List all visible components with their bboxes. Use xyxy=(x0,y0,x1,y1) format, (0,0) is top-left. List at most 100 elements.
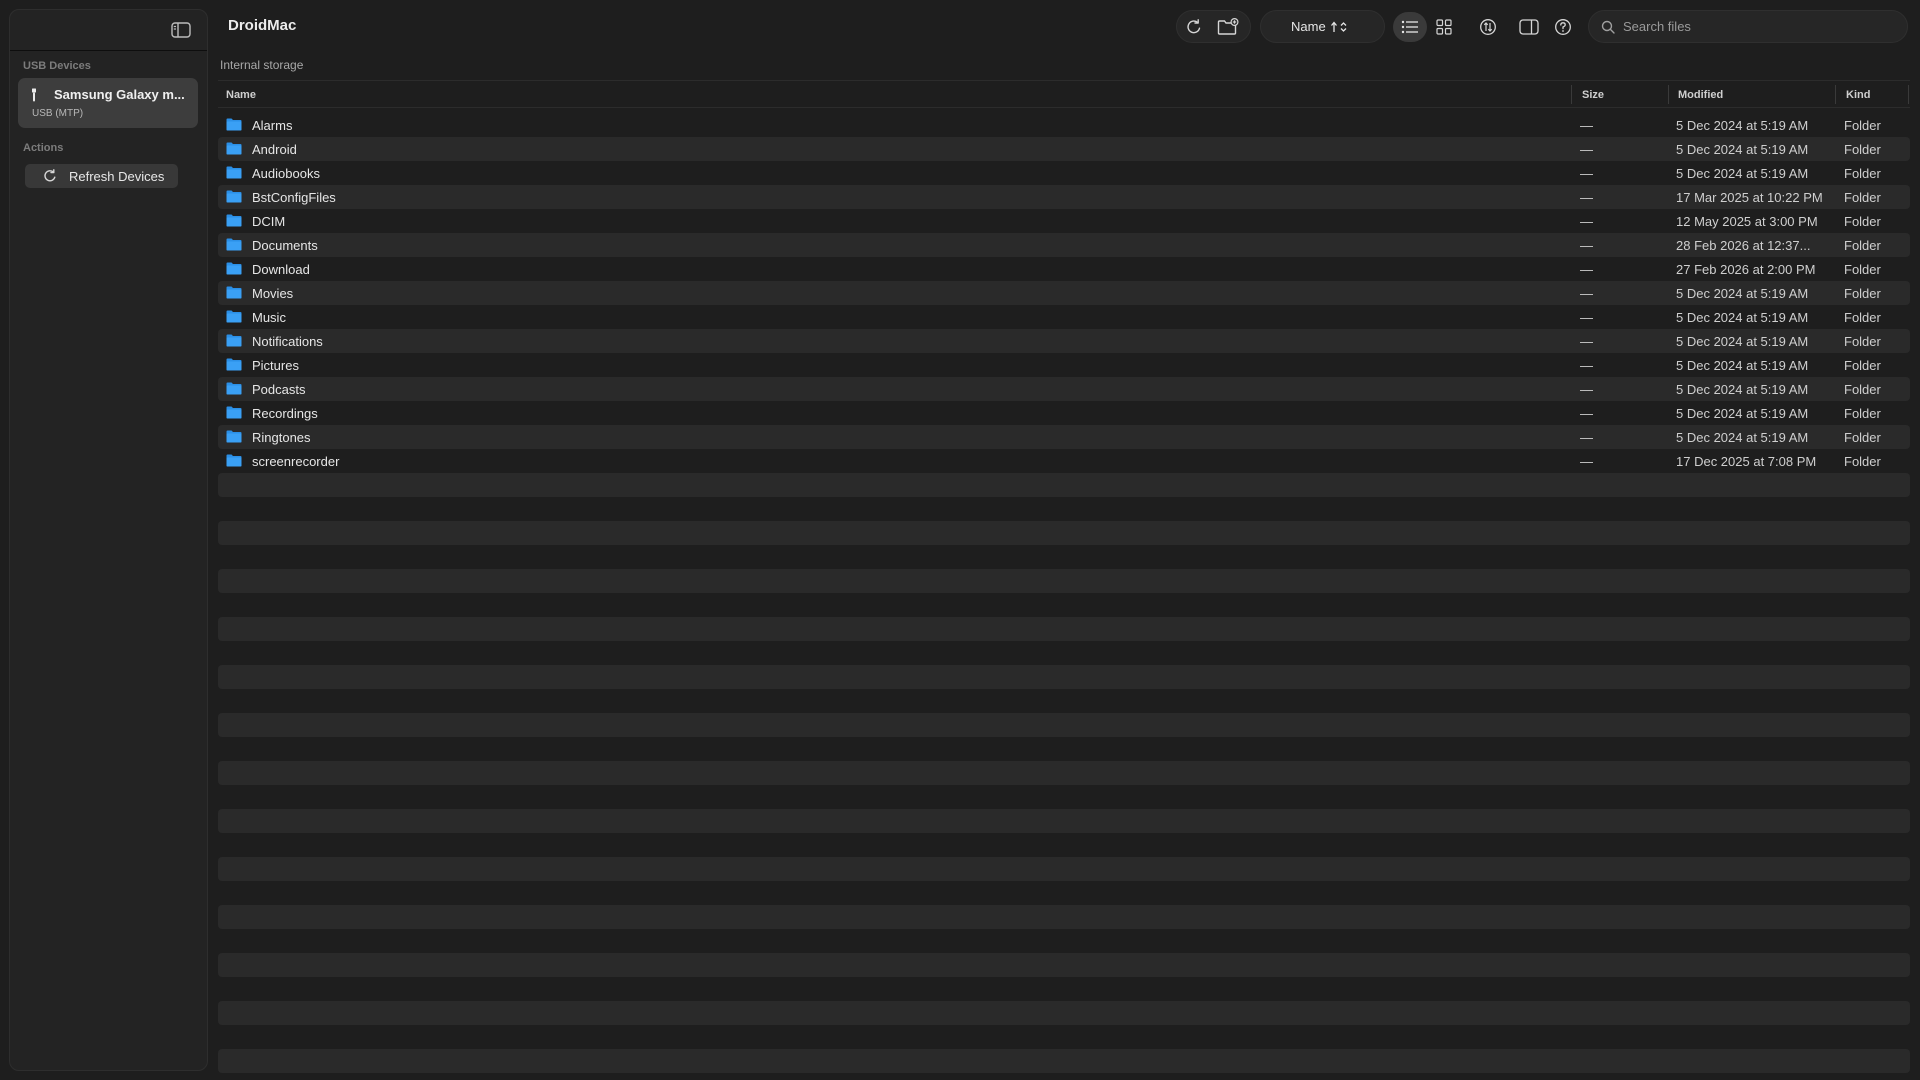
table-row[interactable]: Documents — 28 Feb 2026 at 12:37... Folder xyxy=(218,233,1910,257)
column-divider[interactable] xyxy=(1835,85,1836,104)
refresh-devices-label: Refresh Devices xyxy=(69,168,165,184)
table-row[interactable]: Movies — 5 Dec 2024 at 5:19 AM Folder xyxy=(218,281,1910,305)
file-list: Alarms —5 Dec 2024 at 5:19 AM Folder Androi… xyxy=(218,113,1910,1073)
table-row[interactable]: Pictures — 5 Dec 2024 at 5:19 AM Folder xyxy=(218,353,1910,377)
file-kind: Folder xyxy=(1844,454,1881,469)
folder-icon xyxy=(226,310,242,323)
file-name: BstConfigFiles xyxy=(252,190,336,205)
sort-ascending-icon xyxy=(1330,20,1347,32)
folder-icon xyxy=(226,214,242,227)
empty-row xyxy=(218,1049,1910,1073)
sidebar-toggle-icon xyxy=(171,22,191,38)
file-modified: 5 Dec 2024 at 5:19 AM xyxy=(1676,118,1809,133)
file-kind: Folder xyxy=(1844,358,1881,373)
table-row[interactable]: Podcasts — 5 Dec 2024 at 5:19 AM Folder xyxy=(218,377,1910,401)
empty-row xyxy=(218,617,1910,641)
column-header-modified[interactable]: Modified xyxy=(1678,89,1723,101)
column-header-kind[interactable]: Kind xyxy=(1846,89,1870,101)
empty-row xyxy=(218,857,1910,881)
empty-row xyxy=(218,905,1910,929)
table-row[interactable]: Recordings — 5 Dec 2024 at 5:19 AM Folder xyxy=(218,401,1910,425)
sidebar-item-device[interactable]: Samsung Galaxy m... USB (MTP) xyxy=(18,78,198,128)
file-size: — xyxy=(1580,262,1593,277)
file-modified: 5 Dec 2024 at 5:19 AM xyxy=(1676,358,1809,373)
table-row[interactable]: Music — 5 Dec 2024 at 5:19 AM Folder xyxy=(218,305,1910,329)
empty-row xyxy=(218,713,1910,737)
location-label: Internal storage xyxy=(220,58,304,72)
file-modified: 28 Feb 2026 at 12:37... xyxy=(1676,238,1811,253)
file-name: Notifications xyxy=(252,334,323,349)
file-modified: 17 Dec 2025 at 7:08 PM xyxy=(1676,454,1817,469)
grid-view-button[interactable] xyxy=(1427,12,1461,42)
sidebar-toggle-button[interactable] xyxy=(167,18,195,42)
table-row[interactable]: Download — 27 Feb 2026 at 2:00 PM Folder xyxy=(218,257,1910,281)
table-row[interactable]: Alarms — 5 Dec 2024 at 5:19 AM Folder xyxy=(218,113,1910,137)
reload-icon xyxy=(1187,18,1201,33)
empty-row xyxy=(218,1001,1910,1025)
file-name: Audiobooks xyxy=(252,166,320,181)
folder-icon xyxy=(226,118,242,131)
file-kind: Folder xyxy=(1844,334,1881,349)
search-input[interactable] xyxy=(1623,19,1903,34)
file-name: Movies xyxy=(252,286,294,301)
transfers-button[interactable] xyxy=(1471,12,1505,42)
new-folder-button[interactable] xyxy=(1211,12,1245,42)
refresh-icon xyxy=(44,169,56,182)
empty-row xyxy=(218,545,1910,569)
file-kind: Folder xyxy=(1844,286,1881,301)
table-row[interactable]: Audiobooks — 5 Dec 2024 at 5:19 AM Folder xyxy=(218,161,1910,185)
file-kind: Folder xyxy=(1844,190,1881,205)
file-modified: 5 Dec 2024 at 5:19 AM xyxy=(1676,166,1809,181)
file-kind: Folder xyxy=(1844,118,1881,133)
file-name: Pictures xyxy=(252,358,299,373)
file-size: — xyxy=(1580,238,1593,253)
folder-icon xyxy=(226,334,242,347)
table-row[interactable]: screenrecorder — 17 Dec 2025 at 7:08 PM Fol… xyxy=(218,449,1910,473)
table-row[interactable]: BstConfigFiles — 17 Mar 2025 at 10:22 PM Fo… xyxy=(218,185,1910,209)
empty-row xyxy=(218,641,1910,665)
table-row[interactable]: DCIM — 12 May 2025 at 3:00 PM Folder xyxy=(218,209,1910,233)
empty-row xyxy=(218,497,1910,521)
list-view-icon xyxy=(1401,20,1418,33)
empty-row xyxy=(218,737,1910,761)
empty-row xyxy=(218,689,1910,713)
inspector-toggle-button[interactable] xyxy=(1512,12,1546,42)
file-kind: Folder xyxy=(1844,430,1881,445)
column-divider[interactable] xyxy=(1908,85,1909,104)
empty-row xyxy=(218,761,1910,785)
file-modified: 27 Feb 2026 at 2:00 PM xyxy=(1676,262,1816,277)
empty-row xyxy=(218,785,1910,809)
table-header: Name Size Modified Kind xyxy=(218,80,1910,108)
table-row[interactable]: Android — 5 Dec 2024 at 5:19 AM Folder xyxy=(218,137,1910,161)
file-modified: 5 Dec 2024 at 5:19 AM xyxy=(1676,286,1809,301)
transfer-arrows-icon xyxy=(1480,18,1496,35)
app-window: USB Devices Samsung Galaxy m... USB (MTP… xyxy=(0,0,1920,1080)
file-kind: Folder xyxy=(1844,262,1881,277)
folder-icon xyxy=(226,142,242,155)
empty-row xyxy=(218,569,1910,593)
usb-devices-label: USB Devices xyxy=(23,60,91,72)
reload-button[interactable] xyxy=(1177,12,1211,42)
list-view-button[interactable] xyxy=(1393,11,1427,42)
app-title: DroidMac xyxy=(228,17,297,34)
column-divider[interactable] xyxy=(1571,85,1572,104)
help-button[interactable] xyxy=(1546,12,1580,42)
empty-row xyxy=(218,473,1910,497)
refresh-devices-button[interactable]: Refresh Devices xyxy=(25,164,178,188)
column-header-size[interactable]: Size xyxy=(1582,89,1604,101)
folder-icon xyxy=(226,358,242,371)
column-divider[interactable] xyxy=(1668,85,1669,104)
inspector-panel-icon xyxy=(1519,18,1539,35)
actions-label: Actions xyxy=(23,142,64,154)
file-name: DCIM xyxy=(252,214,286,229)
column-header-name[interactable]: Name xyxy=(226,89,256,101)
folder-icon xyxy=(226,190,242,203)
table-row[interactable]: Ringtones — 5 Dec 2024 at 5:19 AM Folder xyxy=(218,425,1910,449)
file-name: Documents xyxy=(252,238,318,253)
file-modified: 5 Dec 2024 at 5:19 AM xyxy=(1676,334,1809,349)
file-kind: Folder xyxy=(1844,406,1881,421)
folder-icon xyxy=(226,406,242,419)
sort-by-name-button[interactable]: Name xyxy=(1261,12,1376,42)
file-kind: Folder xyxy=(1844,310,1881,325)
table-row[interactable]: Notifications — 5 Dec 2024 at 5:19 AM Folde… xyxy=(218,329,1910,353)
